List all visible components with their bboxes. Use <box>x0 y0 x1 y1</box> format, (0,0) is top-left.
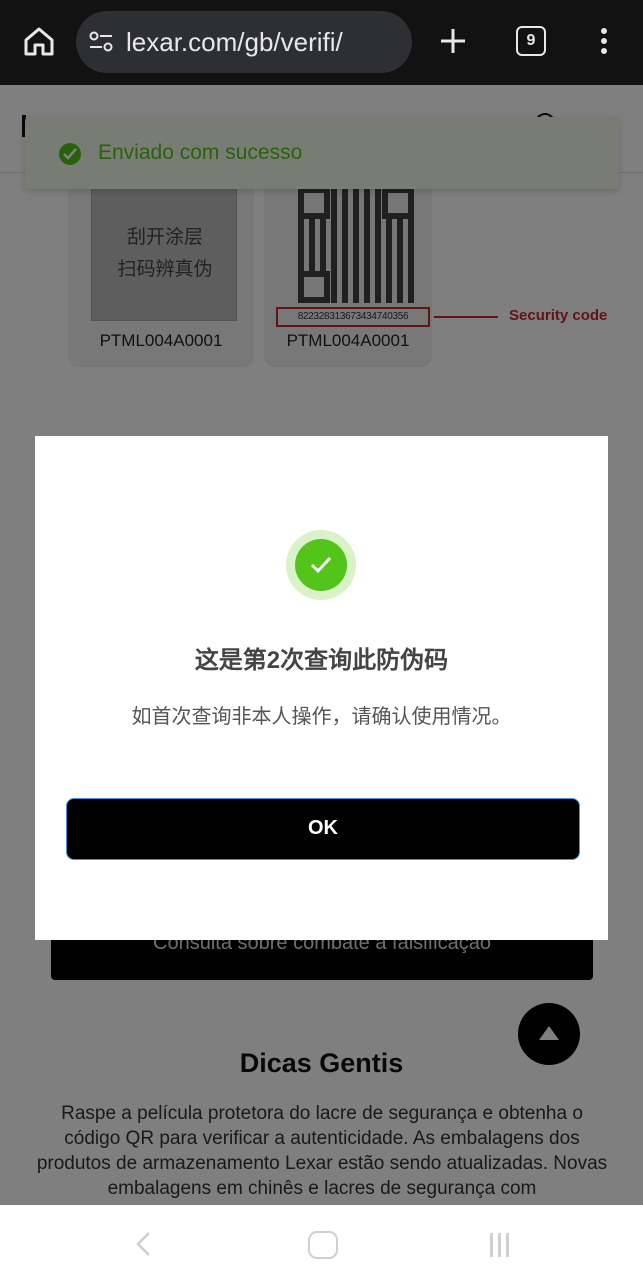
dialog-title: 这是第2次查询此防伪码 <box>194 647 449 674</box>
home-icon[interactable] <box>22 24 56 58</box>
success-check-icon <box>286 530 356 600</box>
more-menu-icon[interactable] <box>596 24 612 58</box>
tab-switcher-button[interactable]: 9 <box>516 26 546 56</box>
site-settings-icon[interactable] <box>88 30 114 54</box>
dialog-description: 如首次查询非本人操作，请确认使用情况。 <box>131 706 512 728</box>
home-nav-icon[interactable] <box>308 1231 338 1259</box>
recent-apps-icon[interactable] <box>490 1233 516 1257</box>
browser-toolbar: lexar.com/gb/verifi/ 9 <box>0 0 643 85</box>
url-text: lexar.com/gb/verifi/ <box>126 27 343 57</box>
address-bar[interactable]: lexar.com/gb/verifi/ <box>76 11 412 73</box>
new-tab-icon[interactable] <box>436 23 470 59</box>
ok-button[interactable]: OK <box>66 798 580 860</box>
back-icon[interactable] <box>134 1231 154 1257</box>
system-nav-bar <box>0 1205 643 1280</box>
verification-dialog: 这是第2次查询此防伪码 如首次查询非本人操作，请确认使用情况。 OK <box>35 436 608 940</box>
